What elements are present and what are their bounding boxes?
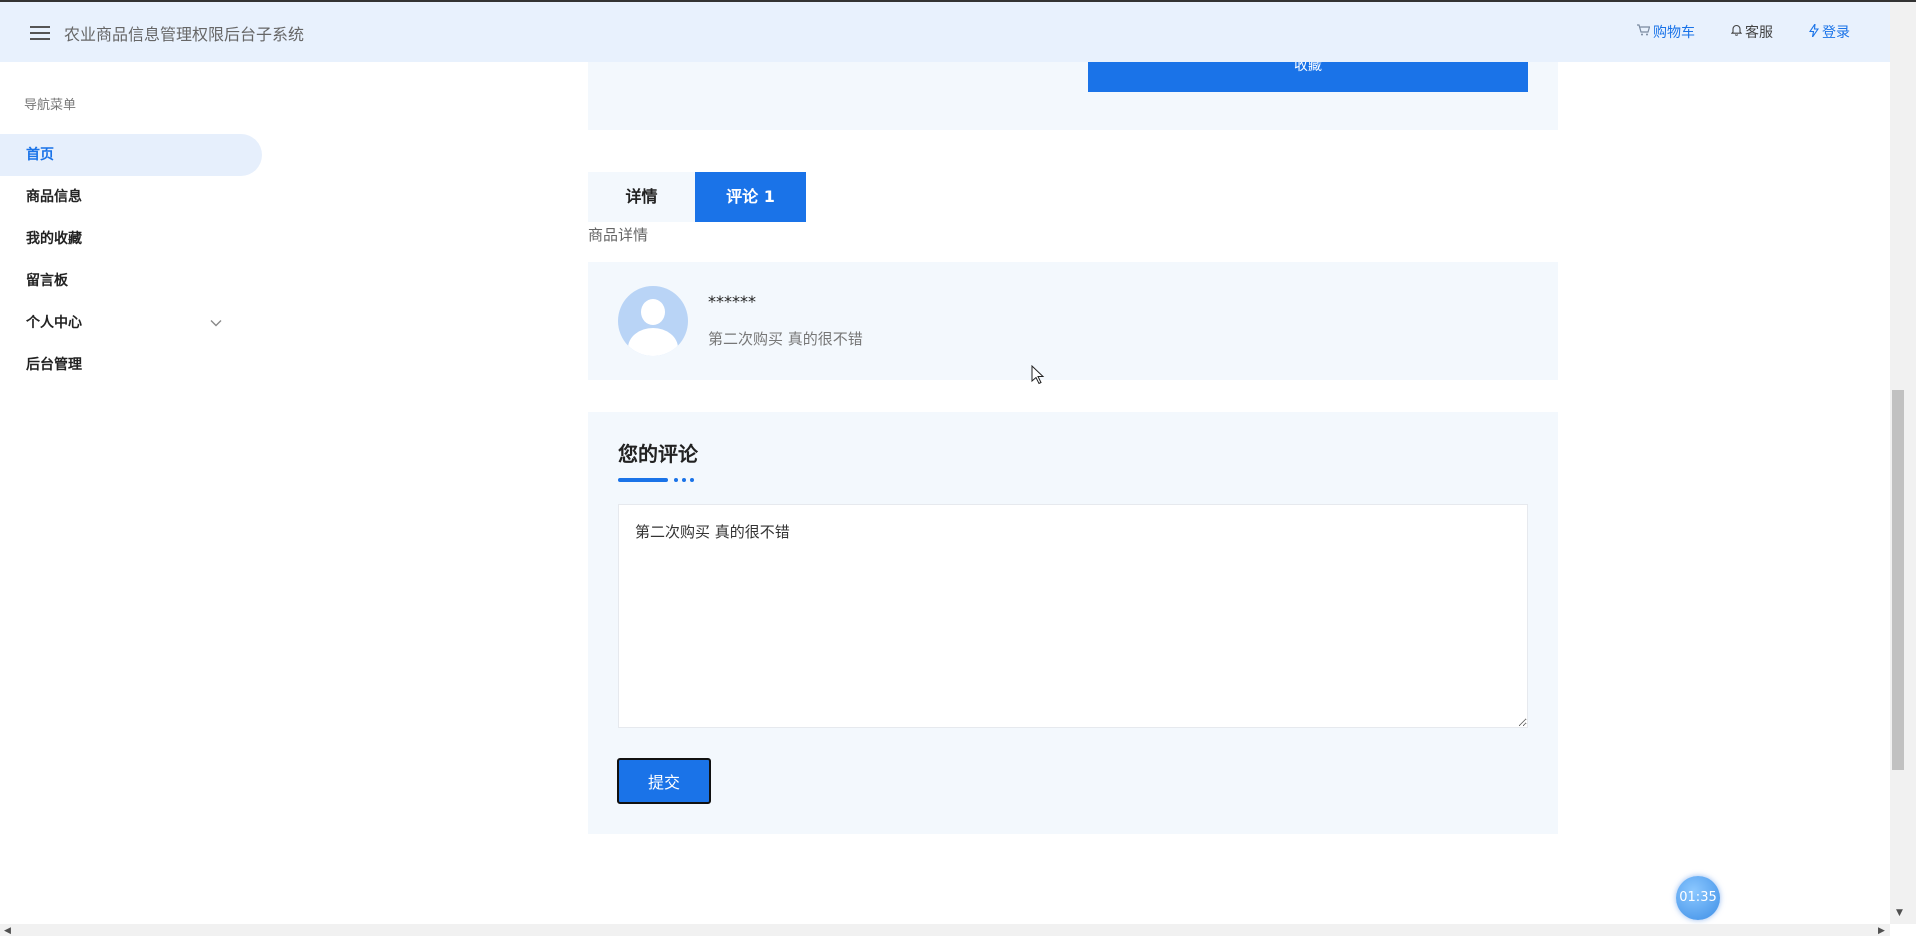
comment-text: 第二次购买 真的很不错 <box>708 330 863 348</box>
hamburger-menu-icon[interactable] <box>30 26 50 40</box>
scroll-right-arrow-icon[interactable]: ▶ <box>1878 926 1885 936</box>
sidebar-item-message-board[interactable]: 留言板 <box>0 260 262 302</box>
section-label: 商品详情 <box>588 226 649 244</box>
sidebar-item-label: 留言板 <box>26 273 68 289</box>
lightning-icon <box>1808 23 1820 41</box>
collect-label: 收藏 <box>1294 62 1322 74</box>
comment-form: 您的评论 提交 <box>588 412 1558 834</box>
nav-title: 导航菜单 <box>24 98 77 113</box>
sidebar-item-label: 商品信息 <box>26 189 82 205</box>
sidebar-item-home[interactable]: 首页 <box>0 134 262 176</box>
sidebar-item-label: 我的收藏 <box>26 231 82 247</box>
horizontal-scrollbar[interactable] <box>0 924 1890 936</box>
comment-username: ****** <box>708 292 756 311</box>
submit-button[interactable]: 提交 <box>617 758 711 804</box>
form-title: 您的评论 <box>618 442 698 466</box>
title-dots <box>674 478 694 482</box>
service-label: 客服 <box>1745 25 1773 41</box>
bell-icon <box>1730 24 1743 40</box>
title-underline <box>618 478 668 482</box>
sidebar-item-label: 首页 <box>26 147 54 163</box>
mouse-cursor-icon <box>1031 364 1045 389</box>
page: 农业商品信息管理权限后台子系统 购物车 客服 登录 导航菜单 首页 商品信息 我… <box>0 0 1916 936</box>
product-tabs: 详情 评论 1 <box>588 172 806 222</box>
cart-label: 购物车 <box>1653 25 1695 41</box>
service-link[interactable]: 客服 <box>1730 22 1773 42</box>
cart-icon <box>1637 24 1651 40</box>
avatar <box>618 286 688 356</box>
chevron-down-icon <box>210 302 222 344</box>
timer-badge[interactable]: 01:35 <box>1676 876 1720 920</box>
login-link[interactable]: 登录 <box>1808 22 1850 42</box>
sidebar-item-favorites[interactable]: 我的收藏 <box>0 218 262 260</box>
scroll-down-arrow-icon[interactable]: ▼ <box>1896 908 1903 918</box>
vertical-scrollbar-thumb[interactable] <box>1892 390 1904 770</box>
sidebar-item-label: 后台管理 <box>26 357 82 373</box>
top-header: 农业商品信息管理权限后台子系统 购物车 客服 登录 <box>0 2 1890 62</box>
scroll-left-arrow-icon[interactable]: ◀ <box>4 926 11 936</box>
collect-button[interactable]: 收藏 <box>1088 62 1528 92</box>
sidebar: 导航菜单 首页 商品信息 我的收藏 留言板 个人中心 后台管理 <box>0 62 262 924</box>
sidebar-item-label: 个人中心 <box>26 315 82 331</box>
sidebar-item-products[interactable]: 商品信息 <box>0 176 262 218</box>
cart-link[interactable]: 购物车 <box>1637 22 1695 42</box>
nav-list: 首页 商品信息 我的收藏 留言板 个人中心 后台管理 <box>0 134 262 386</box>
login-label: 登录 <box>1822 25 1850 41</box>
comment-textarea[interactable] <box>618 504 1528 728</box>
tab-comments[interactable]: 评论 1 <box>695 172 806 222</box>
app-title: 农业商品信息管理权限后台子系统 <box>64 25 305 44</box>
tab-details[interactable]: 详情 <box>588 172 695 222</box>
comment-item: ****** 第二次购买 真的很不错 <box>588 262 1558 380</box>
header-links: 购物车 客服 登录 <box>1637 22 1850 42</box>
sidebar-item-admin[interactable]: 后台管理 <box>0 344 262 386</box>
sidebar-item-personal-center[interactable]: 个人中心 <box>0 302 262 344</box>
